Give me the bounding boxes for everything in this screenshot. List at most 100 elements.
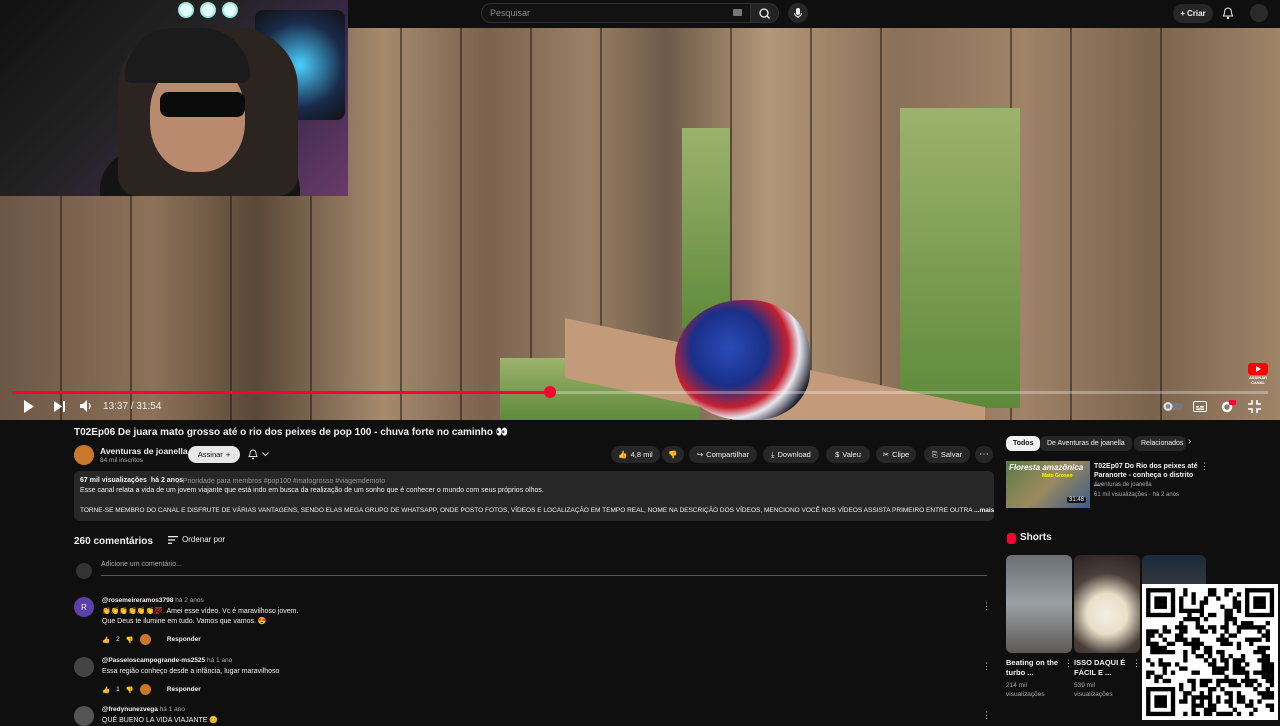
reply-button[interactable]: Responder bbox=[167, 686, 201, 693]
comment-line: Que Deus te ilumine em tudo. Vamos que v… bbox=[102, 618, 267, 625]
description-tags[interactable]: ⊙ Prioridade para membros #pop100 #matog… bbox=[175, 477, 385, 485]
watermark-label: ASSINAR CANAL bbox=[1248, 375, 1267, 385]
short-menu-icon[interactable]: ⋮ bbox=[1132, 658, 1141, 669]
comment-menu-icon[interactable]: ⋮ bbox=[982, 661, 991, 672]
plus-icon: + bbox=[1180, 9, 1185, 18]
video-title: T02Ep06 De juara mato grosso até o rio d… bbox=[74, 427, 509, 438]
channel-avatar[interactable] bbox=[74, 445, 94, 465]
clip-button[interactable]: ✂ Clipe bbox=[876, 446, 916, 463]
like-button[interactable]: 👍 4,8 mil bbox=[611, 446, 660, 463]
comment-menu-icon[interactable]: ⋮ bbox=[982, 710, 991, 721]
more-actions-button[interactable]: ⋯ bbox=[975, 446, 993, 463]
dislike-button[interactable]: 👎 bbox=[662, 446, 684, 463]
comment-avatar[interactable]: R bbox=[74, 597, 94, 617]
subscribe-watermark[interactable]: ASSINAR CANAL bbox=[1248, 363, 1268, 385]
search-icon bbox=[759, 8, 770, 19]
view-count: 67 mil visualizações bbox=[80, 477, 147, 484]
notifications-bell-icon[interactable] bbox=[1222, 7, 1234, 20]
play-icon[interactable] bbox=[23, 400, 35, 413]
subtitles-icon[interactable] bbox=[1193, 401, 1207, 412]
comment-actions: 👍 2 👎 Responder bbox=[102, 634, 201, 645]
motorcycle-helmet bbox=[675, 300, 810, 420]
subscribe-label: Assinar bbox=[197, 450, 223, 459]
author-name: @fredynunezvega bbox=[102, 706, 158, 713]
thumbnail-text: Floresta amazônica bbox=[1009, 463, 1084, 472]
description-line-2: TORNE-SE MEMBRO DO CANAL E DISFRUTE DE V… bbox=[80, 507, 994, 514]
chip-all[interactable]: Todos bbox=[1006, 436, 1041, 451]
short-menu-icon[interactable]: ⋮ bbox=[1064, 658, 1073, 669]
save-label: Salvar bbox=[940, 450, 963, 459]
share-button[interactable]: ↪ Compartilhar bbox=[689, 446, 757, 463]
create-button[interactable]: + Criar bbox=[1173, 4, 1213, 23]
like-comment-icon[interactable]: 👍 bbox=[102, 636, 110, 644]
author-name: @rosemeireramos3798 bbox=[102, 597, 174, 604]
like-comment-icon[interactable]: 👍 bbox=[102, 686, 110, 694]
subscribe-button[interactable]: Assinar + bbox=[188, 446, 240, 463]
shorts-icon bbox=[1007, 533, 1016, 544]
scissors-icon: ✂ bbox=[882, 450, 890, 459]
comment-avatar[interactable] bbox=[74, 706, 94, 726]
comment-actions: 👍 1 👎 Responder bbox=[102, 684, 201, 695]
comment-avatar[interactable] bbox=[74, 657, 94, 677]
create-label: Criar bbox=[1186, 9, 1206, 18]
pc-fans bbox=[178, 2, 248, 20]
comment-likes: 2 bbox=[116, 636, 120, 643]
plus-icon: + bbox=[225, 450, 231, 459]
description-line-1: Esse canal relata a vida de um jovem via… bbox=[80, 487, 544, 494]
super-thanks-icon: $ bbox=[835, 450, 840, 459]
my-avatar bbox=[76, 563, 92, 579]
search-button[interactable] bbox=[751, 3, 779, 23]
reply-button[interactable]: Responder bbox=[167, 636, 201, 643]
description-text: TORNE-SE MEMBRO DO CANAL E DISFRUTE DE V… bbox=[80, 507, 973, 514]
comment-text: Essa região conheço desde a infância, lu… bbox=[102, 668, 280, 675]
short-title[interactable]: Beating on the turbo ... bbox=[1006, 658, 1064, 678]
comment-date: há 1 ano bbox=[206, 657, 233, 664]
bookmark-icon: ⎘ bbox=[931, 449, 938, 459]
show-more-link[interactable]: ...mais bbox=[974, 507, 994, 514]
short-title[interactable]: ISSO DAQUI É FÁCIL E ... bbox=[1074, 658, 1132, 678]
next-icon[interactable] bbox=[54, 401, 66, 412]
download-icon: ⤓ bbox=[771, 449, 775, 459]
account-avatar[interactable] bbox=[1250, 4, 1268, 22]
creator-heart-icon bbox=[139, 634, 151, 645]
save-button[interactable]: ⎘ Salvar bbox=[924, 446, 970, 463]
chevron-right-icon[interactable]: › bbox=[1188, 436, 1191, 447]
related-video-duration: 31:48 bbox=[1067, 497, 1087, 503]
comment-menu-icon[interactable]: ⋮ bbox=[982, 601, 991, 612]
autoplay-toggle-icon[interactable] bbox=[1163, 402, 1183, 411]
channel-name[interactable]: Aventuras de joanella bbox=[100, 446, 188, 456]
thanks-label: Valeu bbox=[842, 450, 861, 459]
comments-count: 260 comentários bbox=[74, 536, 153, 547]
settings-icon[interactable] bbox=[1220, 400, 1236, 413]
chip-channel[interactable]: De Aventuras de joanella bbox=[1040, 436, 1132, 451]
more-icon: ⋯ bbox=[979, 449, 989, 460]
notification-bell-button[interactable] bbox=[248, 446, 278, 463]
related-menu-icon[interactable]: ⋮ bbox=[1200, 461, 1209, 472]
short-views: 539 mil visualizações bbox=[1074, 682, 1113, 698]
dislike-comment-icon[interactable]: 👎 bbox=[126, 686, 134, 694]
comment-author[interactable]: @fredynunezvega há 1 ano bbox=[102, 706, 185, 713]
progress-scrubber[interactable] bbox=[544, 386, 556, 398]
short-thumbnail[interactable] bbox=[1074, 555, 1140, 653]
comment-text: 👏👏👏👏👏👏💯. Amei esse vídeo. Vc é maravilho… bbox=[102, 607, 298, 627]
keyboard-icon[interactable] bbox=[733, 9, 742, 16]
dislike-comment-icon[interactable]: 👎 bbox=[126, 636, 134, 644]
comment-author[interactable]: @rosemeireramos3798 há 2 anos bbox=[102, 597, 204, 604]
sort-comments-button[interactable]: Ordenar por bbox=[168, 535, 225, 544]
related-video-channel: Aventuras de joanella bbox=[1094, 482, 1152, 488]
voice-search-button[interactable] bbox=[788, 3, 808, 23]
qr-code-graphic bbox=[1146, 588, 1275, 717]
comment-author[interactable]: @Passeloscampogrande-ms2525 há 1 ano bbox=[102, 657, 232, 664]
comment-date: há 2 anos bbox=[175, 597, 204, 604]
short-thumbnail[interactable] bbox=[1006, 555, 1072, 653]
search-input[interactable]: Pesquisar bbox=[481, 3, 751, 23]
chip-related[interactable]: Relacionados bbox=[1134, 436, 1186, 451]
chevron-down-icon bbox=[262, 452, 269, 457]
volume-icon[interactable] bbox=[80, 400, 94, 412]
download-button[interactable]: ⤓ Download bbox=[763, 446, 819, 463]
add-comment-input[interactable]: Adicione um comentário... bbox=[101, 561, 987, 576]
microphone-icon bbox=[794, 8, 802, 18]
thanks-button[interactable]: $ Valeu bbox=[826, 446, 870, 463]
progress-fill bbox=[12, 391, 550, 394]
exit-fullscreen-icon[interactable] bbox=[1248, 400, 1261, 413]
